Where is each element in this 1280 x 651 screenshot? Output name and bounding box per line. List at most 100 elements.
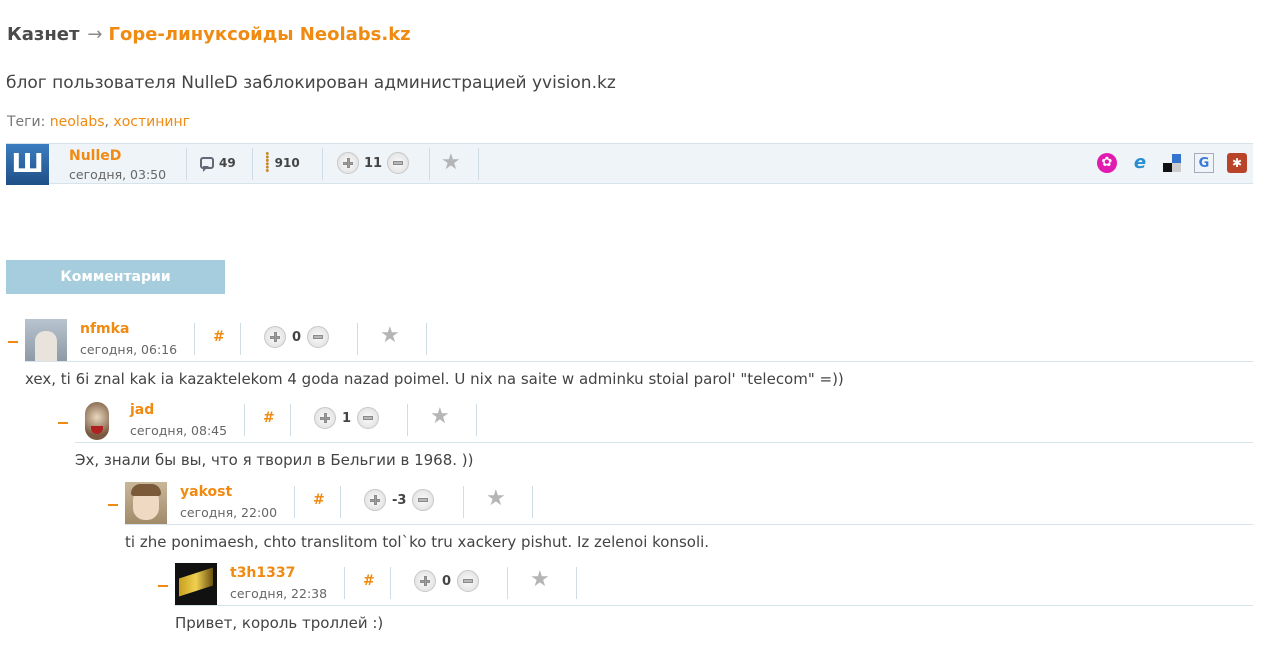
comment-icon <box>200 157 214 172</box>
comment-time: сегодня, 22:38 <box>230 586 328 601</box>
favorite-star-icon[interactable]: ★ <box>430 406 450 428</box>
comment: yakost сегодня, 22:00 # -3 ★ ti zhe poni… <box>108 482 1253 564</box>
comment-score: 0 <box>292 329 302 345</box>
comments-count-stat[interactable]: 49 <box>200 156 236 172</box>
divider <box>322 148 323 180</box>
views-count: 910 <box>274 156 300 170</box>
vote-up-icon[interactable] <box>314 407 336 429</box>
divider <box>240 323 241 355</box>
divider <box>407 404 408 436</box>
comment-divider <box>125 524 1253 525</box>
comment-score: 1 <box>342 410 352 426</box>
vote-down-icon[interactable] <box>457 570 480 592</box>
comment-score: -3 <box>392 492 407 508</box>
divider <box>476 404 477 436</box>
vote-up-icon[interactable] <box>414 570 436 592</box>
page-title[interactable]: Горе-линуксойды Neolabs.kz <box>109 24 411 45</box>
divider <box>532 486 533 518</box>
comment-permalink[interactable]: # <box>263 410 275 426</box>
comment-permalink[interactable]: # <box>213 329 225 345</box>
breadcrumb-home-link[interactable]: Казнет <box>7 24 79 45</box>
favorite-star-icon[interactable]: ★ <box>380 325 400 347</box>
vote-down-icon[interactable] <box>357 407 380 429</box>
favorite-star-icon[interactable]: ★ <box>530 569 550 591</box>
post-vote: 11 <box>337 152 410 174</box>
divider <box>340 486 341 518</box>
livejournal-icon[interactable]: e <box>1130 153 1150 173</box>
divider <box>244 404 245 436</box>
comment-vote: -3 <box>364 489 435 511</box>
comments-count: 49 <box>219 156 236 170</box>
comment: nfmka сегодня, 06:16 # 0 ★ xex, ti 6i zn… <box>8 319 1253 401</box>
divider <box>390 567 391 599</box>
comment-author[interactable]: yakost <box>180 484 232 500</box>
divider <box>290 404 291 436</box>
comment-vote: 0 <box>414 570 480 592</box>
comment-divider <box>25 361 1253 362</box>
footprints-icon: ⸽ <box>265 152 270 173</box>
breadcrumb-arrow-icon: → <box>87 24 103 45</box>
comment: t3h1337 сегодня, 22:38 # 0 ★ Привет, кор… <box>158 563 1253 645</box>
author-avatar[interactable]: Ш <box>6 144 49 185</box>
post-info-bar: Ш NulleD сегодня, 03:50 49 ⸽ 910 11 ★ ✿ … <box>6 143 1253 185</box>
collapse-toggle[interactable] <box>108 504 118 506</box>
post-time: сегодня, 03:50 <box>69 167 167 182</box>
vote-down-icon[interactable] <box>307 326 330 348</box>
favorite-star-icon[interactable]: ★ <box>486 488 506 510</box>
google-bookmarks-icon[interactable]: G <box>1194 153 1214 173</box>
comment-time: сегодня, 08:45 <box>130 423 228 438</box>
comment-divider <box>175 605 1253 606</box>
tag-link-hosting[interactable]: хостининг <box>113 114 190 130</box>
tag-link-neolabs[interactable]: neolabs <box>50 114 105 130</box>
delicious-icon[interactable] <box>1163 154 1181 172</box>
divider <box>357 323 358 355</box>
comment-text: ti zhe ponimaesh, chto translitom tol`ko… <box>125 533 710 551</box>
moimir-icon[interactable]: ✿ <box>1097 153 1117 173</box>
divider <box>252 148 253 180</box>
comment-time: сегодня, 06:16 <box>80 342 178 357</box>
post-score: 11 <box>364 155 383 171</box>
vote-up-icon[interactable] <box>337 152 359 174</box>
avatar[interactable] <box>25 319 67 361</box>
comment-author[interactable]: jad <box>130 402 154 418</box>
comment-permalink[interactable]: # <box>363 573 375 589</box>
comment-author[interactable]: t3h1337 <box>230 565 295 581</box>
collapse-toggle[interactable] <box>8 341 18 343</box>
divider <box>344 567 345 599</box>
bobrdobr-icon[interactable]: ✱ <box>1227 153 1247 173</box>
vote-down-icon[interactable] <box>387 152 410 174</box>
tags-line: Теги: neolabs, хостининг <box>7 114 190 130</box>
comment-divider <box>75 442 1253 443</box>
vote-up-icon[interactable] <box>364 489 386 511</box>
favorite-star-icon[interactable]: ★ <box>441 152 461 174</box>
breadcrumb: Казнет → Горе-линуксойды Neolabs.kz <box>7 24 411 45</box>
divider <box>294 486 295 518</box>
avatar[interactable] <box>125 482 167 524</box>
divider <box>429 148 430 180</box>
divider <box>463 486 464 518</box>
comment-vote: 0 <box>264 326 330 348</box>
comment-author[interactable]: nfmka <box>80 321 129 337</box>
views-count-stat: ⸽ 910 <box>265 152 300 173</box>
divider <box>576 567 577 599</box>
tags-label: Теги: <box>7 114 46 130</box>
divider <box>186 148 187 180</box>
avatar[interactable] <box>175 563 217 605</box>
comment-text: Эх, знали бы вы, что я творил в Бельгии … <box>75 451 474 469</box>
comment: jad сегодня, 08:45 # 1 ★ Эх, знали бы вы… <box>58 400 1253 482</box>
comment-permalink[interactable]: # <box>313 492 325 508</box>
collapse-toggle[interactable] <box>158 585 168 587</box>
vote-down-icon[interactable] <box>412 489 435 511</box>
divider <box>478 148 479 180</box>
comment-vote: 1 <box>314 407 380 429</box>
divider <box>426 323 427 355</box>
comment-score: 0 <box>442 573 452 589</box>
avatar[interactable] <box>76 400 118 442</box>
post-author-link[interactable]: NulleD <box>69 148 121 164</box>
divider <box>507 567 508 599</box>
collapse-toggle[interactable] <box>58 422 68 424</box>
divider <box>194 323 195 355</box>
comment-time: сегодня, 22:00 <box>180 505 278 520</box>
vote-up-icon[interactable] <box>264 326 286 348</box>
share-icons: ✿ e G ✱ <box>1097 153 1247 173</box>
